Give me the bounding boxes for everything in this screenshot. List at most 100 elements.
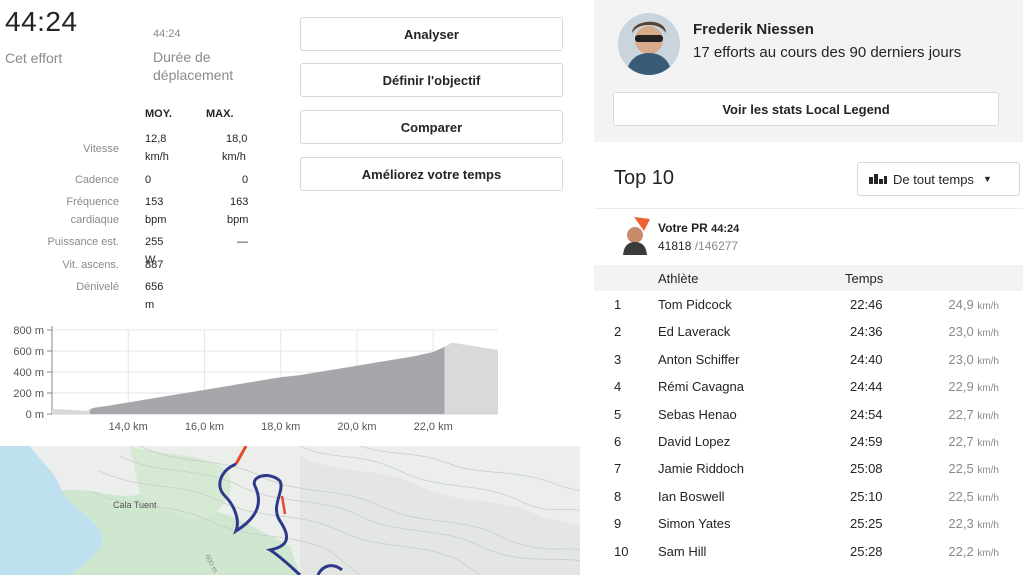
leaderboard-panel: Frederik Niessen 17 efforts au cours des… bbox=[594, 0, 1023, 575]
speed-max-unit: km/h bbox=[222, 151, 246, 163]
speed-value: 24,9 km/h bbox=[948, 297, 999, 312]
rank: 4 bbox=[614, 379, 622, 395]
elevation-area-after bbox=[444, 342, 498, 414]
pr-rank-total: /146277 bbox=[694, 239, 739, 253]
speed-unit: km/h bbox=[977, 547, 999, 559]
speed-value: 22,5 km/h bbox=[948, 489, 999, 504]
athlete-name[interactable]: Tom Pidcock bbox=[658, 297, 732, 312]
time-value: 25:28 bbox=[850, 543, 883, 559]
power-max: — bbox=[237, 236, 248, 248]
time-value: 24:44 bbox=[850, 379, 883, 395]
leaderboard-row[interactable]: 9 Simon Yates 25:25 22,3 km/h bbox=[594, 510, 1023, 537]
speed-value: 23,0 km/h bbox=[948, 324, 999, 339]
time-filter-value: De tout temps bbox=[893, 171, 974, 187]
local-legend-stats-button[interactable]: Voir les stats Local Legend bbox=[613, 92, 999, 126]
rank: 1 bbox=[614, 297, 622, 312]
analyze-button[interactable]: Analyser bbox=[300, 17, 563, 51]
col-time-header: Temps bbox=[845, 271, 884, 286]
speed-value: 22,7 km/h bbox=[948, 434, 999, 449]
athlete-name[interactable]: David Lopez bbox=[658, 434, 730, 449]
vam-avg: 887 bbox=[145, 259, 164, 271]
vam-label: Vit. ascens. bbox=[62, 259, 119, 271]
rank: 9 bbox=[614, 516, 622, 532]
compare-button[interactable]: Comparer bbox=[300, 110, 563, 144]
leaderboard-row[interactable]: 2 Ed Laverack 24:36 23,0 km/h bbox=[594, 318, 1023, 345]
speed-value: 23,0 km/h bbox=[948, 352, 999, 367]
time-value: 24:36 bbox=[850, 324, 883, 340]
speed-unit: km/h bbox=[977, 465, 999, 477]
segment-map[interactable]: Cala Tuent 600 m bbox=[0, 446, 580, 575]
speed-number: 24,9 bbox=[948, 297, 974, 312]
cadence-max: 0 bbox=[242, 174, 249, 186]
speed-value: 22,2 km/h bbox=[948, 544, 999, 559]
rank: 3 bbox=[614, 351, 622, 367]
local-legend-name[interactable]: Frederik Niessen bbox=[693, 21, 814, 38]
leaderboard-title: Top 10 bbox=[614, 167, 675, 189]
speed-number: 22,7 bbox=[948, 434, 974, 449]
athlete-name[interactable]: Jamie Riddoch bbox=[658, 461, 744, 476]
speed-number: 22,5 bbox=[948, 488, 974, 504]
leaderboard-row[interactable]: 3 Anton Schiffer 24:40 23,0 km/h bbox=[594, 346, 1023, 373]
leaderboard-row[interactable]: 5 Sebas Henao 24:54 22,7 km/h bbox=[594, 401, 1023, 428]
y-tick-label: 600 m bbox=[13, 346, 44, 358]
rank: 7 bbox=[614, 461, 622, 477]
leaderboard-row[interactable]: 8 Ian Boswell 25:10 22,5 km/h bbox=[594, 483, 1023, 510]
time-filter-dropdown[interactable]: De tout temps ▼ bbox=[857, 162, 1020, 196]
improve-time-button[interactable]: Améliorez votre temps bbox=[300, 157, 563, 191]
local-legend-avatar bbox=[618, 13, 680, 75]
caret-down-icon: ▼ bbox=[982, 174, 992, 184]
set-goal-button[interactable]: Définir l'objectif bbox=[300, 63, 563, 97]
hr-label-line2: cardiaque bbox=[70, 214, 119, 226]
athlete-name[interactable]: Sam Hill bbox=[658, 544, 706, 559]
time-value: 25:25 bbox=[850, 516, 883, 532]
athlete-name[interactable]: Anton Schiffer bbox=[658, 352, 739, 367]
speed-avg: 12,8 bbox=[145, 133, 167, 145]
hr-label-line1: Fréquence bbox=[66, 196, 119, 208]
moving-time: 44:24 bbox=[153, 28, 181, 40]
segment-effort-panel: 44:24 Cet effort 44:24 Durée de déplacem… bbox=[0, 0, 580, 575]
hr-avg: 153 bbox=[145, 196, 164, 208]
athlete-name[interactable]: Sebas Henao bbox=[658, 407, 737, 422]
pr-time: 44:24 bbox=[711, 223, 740, 235]
speed-value: 22,3 km/h bbox=[948, 516, 999, 531]
rank: 8 bbox=[614, 488, 622, 504]
elevation-avg: 656 m bbox=[145, 281, 164, 311]
col-athlete-header: Athlète bbox=[658, 271, 699, 286]
elevation-area-segment bbox=[90, 346, 445, 414]
leaderboard-row[interactable]: 10 Sam Hill 25:28 22,2 km/h bbox=[594, 538, 1023, 565]
col-avg-header: MOY. bbox=[145, 108, 172, 120]
moving-time-label: Durée de déplacement bbox=[153, 49, 234, 83]
leaderboard-row[interactable]: 7 Jamie Riddoch 25:08 22,5 km/h bbox=[594, 455, 1023, 482]
leaderboard-header: Athlète Temps bbox=[594, 265, 1023, 291]
leaderboard-row[interactable]: 1 Tom Pidcock 22:46 24,9 km/h bbox=[594, 291, 1023, 318]
leaderboard-row[interactable]: 6 David Lopez 24:59 22,7 km/h bbox=[594, 428, 1023, 455]
speed-number: 22,2 bbox=[948, 543, 974, 559]
personal-record-row: Votre PR 44:24 41818 /146277 bbox=[594, 208, 1023, 264]
bar-chart-icon bbox=[869, 172, 887, 187]
time-value: 24:54 bbox=[850, 406, 883, 422]
speed-unit: km/h bbox=[977, 301, 999, 312]
time-value: 22:46 bbox=[850, 297, 883, 312]
speed-unit: km/h bbox=[977, 355, 999, 367]
x-tick-label: 20,0 km bbox=[337, 421, 376, 433]
time-value: 24:59 bbox=[850, 434, 883, 449]
athlete-name[interactable]: Simon Yates bbox=[658, 516, 731, 531]
speed-number: 23,0 bbox=[948, 324, 974, 340]
rank: 5 bbox=[614, 406, 622, 422]
y-tick-label: 0 m bbox=[26, 409, 44, 421]
pr-label-text: Votre PR bbox=[658, 221, 708, 235]
athlete-name[interactable]: Ed Laverack bbox=[658, 324, 730, 339]
cadence-avg: 0 bbox=[145, 174, 152, 186]
athlete-name[interactable]: Ian Boswell bbox=[658, 489, 724, 504]
x-tick-label: 16,0 km bbox=[185, 421, 224, 433]
hr-avg-unit: bpm bbox=[145, 214, 167, 226]
y-tick-label: 400 m bbox=[13, 367, 44, 379]
x-tick-label: 14,0 km bbox=[109, 421, 148, 433]
athlete-name[interactable]: Rémi Cavagna bbox=[658, 379, 744, 394]
leaderboard-row[interactable]: 4 Rémi Cavagna 24:44 22,9 km/h bbox=[594, 373, 1023, 400]
speed-avg-unit: km/h bbox=[145, 151, 169, 163]
speed-unit: km/h bbox=[977, 438, 999, 449]
cadence-label: Cadence bbox=[74, 174, 119, 186]
map-canvas: Cala Tuent 600 m bbox=[0, 446, 580, 575]
speed-unit: km/h bbox=[977, 410, 999, 422]
